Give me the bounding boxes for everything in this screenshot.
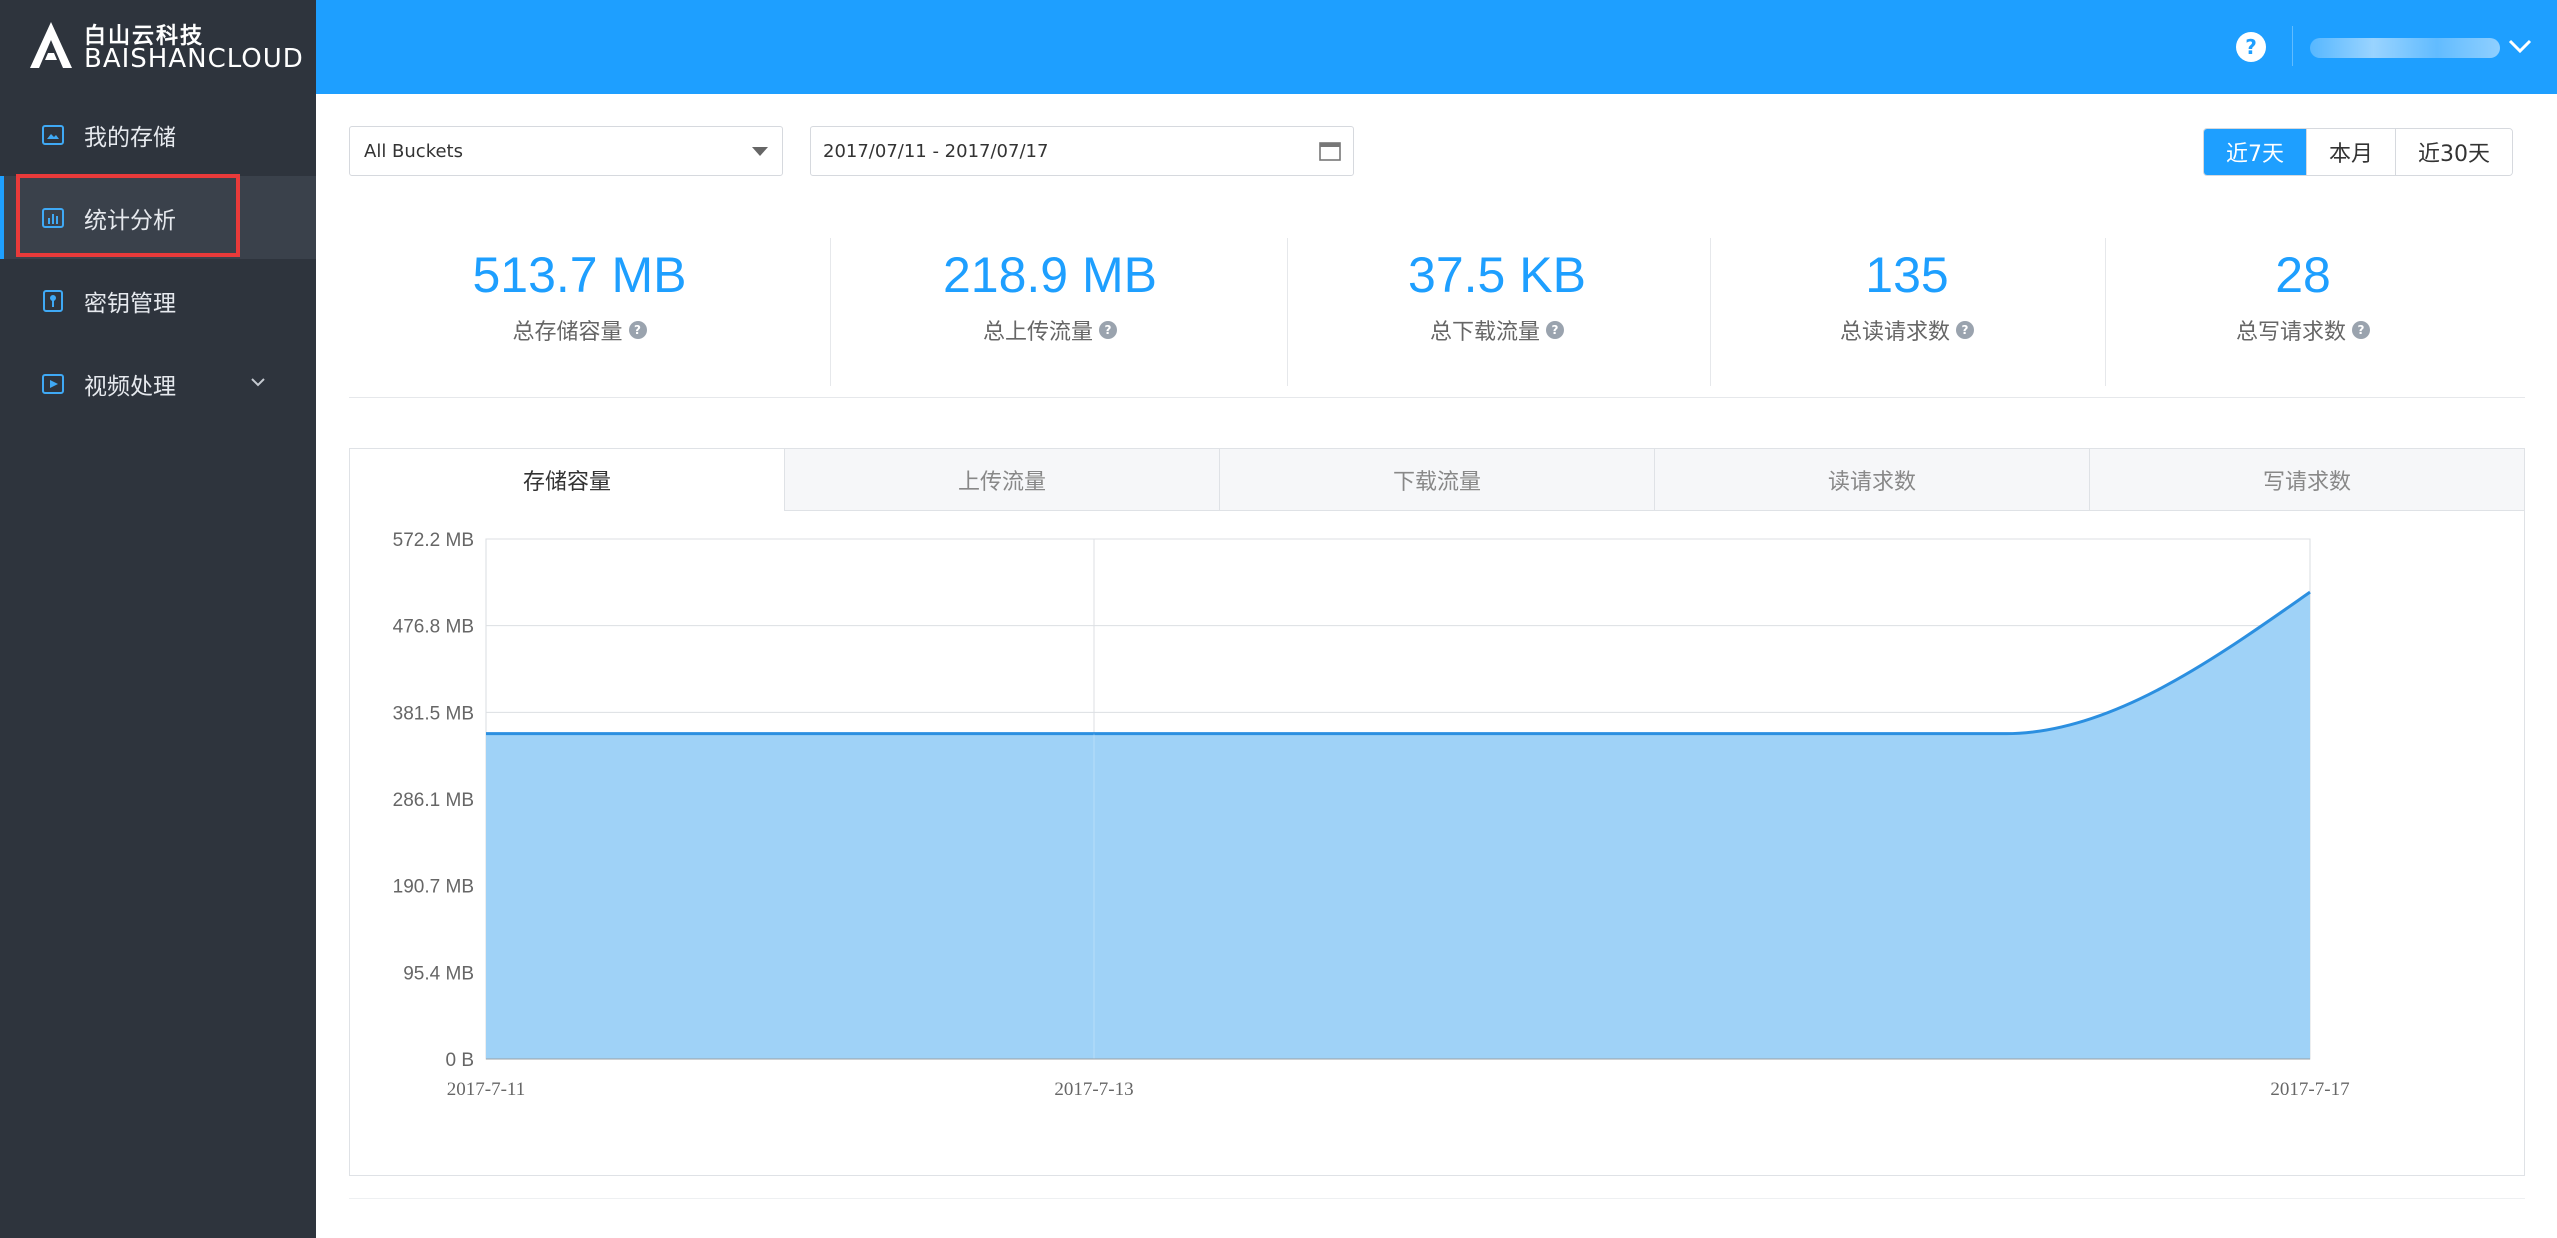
stat-label-text: 总上传流量: [982, 320, 1093, 345]
tab-write-requests[interactable]: 写请求数: [2089, 449, 2524, 511]
stat-label: 总写请求数?: [2105, 314, 2501, 346]
y-tick-label: 0 B: [445, 1050, 474, 1071]
help-icon[interactable]: ?: [2352, 321, 2370, 339]
stat-value: 28: [2275, 247, 2331, 303]
sidebar-item-key-management[interactable]: 密钥管理: [0, 259, 316, 342]
bottom-divider: [349, 1198, 2525, 1199]
sidebar-item-label: 我的存储: [84, 124, 176, 151]
chevron-down-icon[interactable]: [2506, 34, 2534, 58]
range-button-7-days[interactable]: 近7天: [2204, 129, 2306, 175]
stat-total-storage: 513.7 MB 总存储容量?: [349, 232, 810, 382]
video-icon: [40, 371, 66, 397]
range-button-this-month[interactable]: 本月: [2306, 129, 2396, 175]
sidebar-item-statistics[interactable]: 统计分析: [0, 176, 316, 259]
date-range-input[interactable]: 2017/07/11 - 2017/07/17: [810, 126, 1354, 176]
date-range-presets: 近7天 本月 近30天: [2203, 128, 2514, 176]
stat-label: 总下载流量?: [1287, 314, 1707, 346]
metric-tabs: 存储容量 上传流量 下载流量 读请求数 写请求数: [350, 449, 2524, 511]
bucket-select-value: All Buckets: [364, 140, 463, 162]
tab-read-requests[interactable]: 读请求数: [1654, 449, 2089, 511]
stat-total-download: 37.5 KB 总下载流量?: [1287, 232, 1707, 382]
stat-value: 37.5 KB: [1408, 247, 1586, 303]
x-tick-label: 2017-7-17: [2270, 1079, 2349, 1100]
help-icon[interactable]: ?: [628, 321, 647, 339]
stat-value: 135: [1865, 247, 1949, 303]
bucket-select[interactable]: All Buckets: [349, 126, 783, 176]
tab-upload[interactable]: 上传流量: [784, 449, 1219, 511]
x-tick-label: 2017-7-11: [447, 1079, 525, 1100]
sidebar-item-label: 统计分析: [84, 207, 176, 234]
sidebar-item-video-processing[interactable]: 视频处理: [0, 342, 316, 425]
calendar-icon[interactable]: [1319, 141, 1341, 161]
storage-area-chart: 0 B 95.4 MB 190.7 MB 286.1 MB 381.5 MB 476.8 …: [393, 530, 2350, 1100]
stat-value: 218.9 MB: [942, 247, 1157, 303]
storage-icon: [40, 122, 66, 148]
sidebar-item-my-storage[interactable]: 我的存储: [0, 93, 316, 176]
help-icon[interactable]: ?: [1956, 321, 1974, 339]
stat-total-read-requests: 135 总读请求数?: [1710, 232, 2104, 382]
stat-label-text: 总读请求数: [1839, 320, 1950, 345]
help-icon[interactable]: ?: [2236, 32, 2266, 62]
stat-total-write-requests: 28 总写请求数?: [2105, 232, 2501, 382]
sidebar-item-label: 视频处理: [84, 373, 176, 400]
stat-label: 总读请求数?: [1710, 314, 2104, 346]
sidebar: 白山云科技 BAISHANCLOUD 我的存储 统计分析 密钥管理 视频处理: [0, 0, 316, 1238]
help-icon[interactable]: ?: [1546, 321, 1564, 339]
tab-download[interactable]: 下载流量: [1219, 449, 1654, 511]
summary-stats: 513.7 MB 总存储容量? 218.9 MB 总上传流量? 37.5 KB …: [349, 232, 2525, 398]
logo-mark-icon: [30, 22, 72, 68]
brand-logo[interactable]: 白山云科技 BAISHANCLOUD: [26, 18, 303, 78]
y-tick-label: 572.2 MB: [393, 530, 474, 551]
help-icon[interactable]: ?: [1099, 321, 1117, 339]
date-range-value: 2017/07/11 - 2017/07/17: [823, 140, 1049, 162]
y-tick-label: 95.4 MB: [403, 963, 474, 984]
stat-label-text: 总写请求数: [2235, 320, 2346, 345]
range-button-30-days[interactable]: 近30天: [2395, 129, 2513, 175]
header-divider: [2292, 26, 2293, 66]
brand-name-en: BAISHANCLOUD: [84, 44, 304, 74]
stat-label: 总上传流量?: [830, 314, 1270, 346]
y-tick-label: 190.7 MB: [393, 877, 474, 898]
stat-label-text: 总下载流量: [1429, 320, 1540, 345]
user-account-name-redacted[interactable]: [2310, 38, 2500, 58]
app-root: 白山云科技 BAISHANCLOUD 我的存储 统计分析 密钥管理 视频处理 ?…: [0, 0, 2557, 1238]
key-icon: [40, 288, 66, 314]
y-tick-label: 286.1 MB: [393, 790, 474, 811]
stat-total-upload: 218.9 MB 总上传流量?: [830, 232, 1270, 382]
stat-value: 513.7 MB: [472, 247, 687, 303]
stat-label-text: 总存储容量: [512, 320, 623, 345]
chevron-down-icon: [251, 378, 265, 387]
stat-label: 总存储容量?: [349, 314, 810, 346]
x-tick-label: 2017-7-13: [1054, 1079, 1133, 1100]
caret-down-icon: [752, 147, 768, 156]
y-tick-label: 381.5 MB: [393, 703, 474, 724]
tab-storage[interactable]: 存储容量: [350, 449, 784, 511]
chart-panel: 存储容量 上传流量 下载流量 读请求数 写请求数 0 B 95.4 MB 190.7…: [349, 448, 2525, 1176]
sidebar-item-label: 密钥管理: [84, 290, 176, 317]
bar-chart-icon: [40, 205, 66, 231]
sidebar-nav: 我的存储 统计分析 密钥管理 视频处理: [0, 93, 316, 425]
top-header: ?: [316, 0, 2557, 94]
y-tick-label: 476.8 MB: [393, 617, 474, 638]
